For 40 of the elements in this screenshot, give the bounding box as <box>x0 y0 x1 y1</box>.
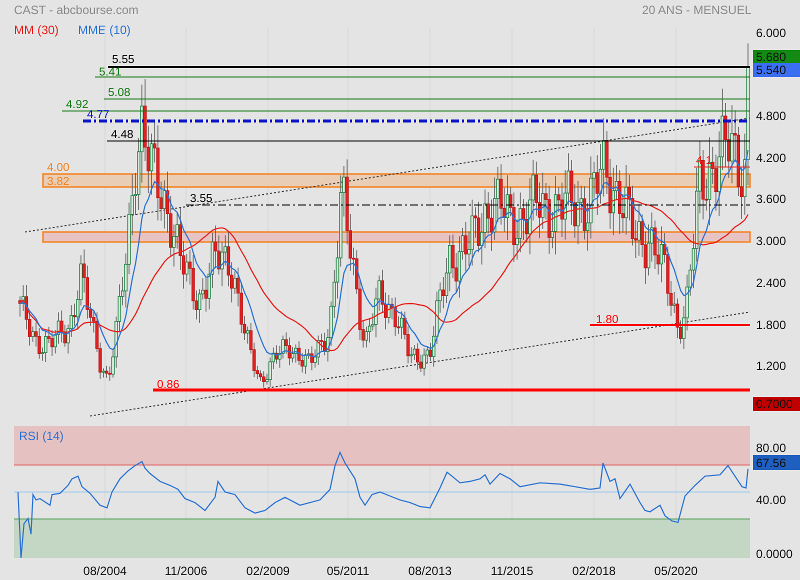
axis-label: 4.200 <box>756 151 786 165</box>
level-label: 4.00 <box>47 162 70 174</box>
axis-label: 6.000 <box>756 26 786 40</box>
level-label: 5.41 <box>99 66 122 78</box>
legend-label: MME (10) <box>78 23 131 37</box>
axis-label: 40.00 <box>756 493 786 507</box>
level-label: 1.80 <box>596 314 618 326</box>
axis-label: 1.200 <box>756 359 786 373</box>
level-label: 5.55 <box>112 54 134 66</box>
level-label: 0.86 <box>157 379 180 391</box>
level-line <box>694 166 750 168</box>
axis-label: 11/2006 <box>164 564 208 578</box>
level-label: 4.77 <box>87 109 110 121</box>
axis-label: 08/2004 <box>83 564 127 578</box>
axis-label: 4.800 <box>756 109 786 123</box>
level-label: 3.82 <box>47 176 70 188</box>
axis-label: 80.00 <box>756 441 786 455</box>
legend-label: MM (30) <box>14 23 59 37</box>
axis-label: 0.0000 <box>756 547 793 561</box>
chart-title: CAST - abcbourse.com <box>14 3 138 17</box>
price-badge: 5.680 <box>753 50 800 64</box>
axis-label: 11/2015 <box>490 564 534 578</box>
level-label: 5.08 <box>108 87 130 99</box>
axis-label: 05/2011 <box>326 564 370 578</box>
level-label: 4.92 <box>66 99 88 111</box>
level-label: 4.48 <box>111 129 134 141</box>
price-badge: 5.540 <box>753 63 800 77</box>
level-label: 3.55 <box>190 193 212 205</box>
rsi-badge: 67.56 <box>753 455 800 470</box>
axis-label: 02/2018 <box>572 564 616 578</box>
axis-label: 1.800 <box>756 318 786 332</box>
period-label: 20 ANS - MENSUEL <box>642 3 752 17</box>
axis-label: 3.600 <box>756 192 786 206</box>
price-badge: 0.7000 <box>753 397 800 411</box>
axis-label: 3.000 <box>756 234 786 248</box>
axis-label: 2.400 <box>756 276 786 290</box>
axis-label: 08/2013 <box>408 564 452 578</box>
axis-label: 05/2020 <box>654 564 698 578</box>
rsi-label: RSI (14) <box>19 429 64 443</box>
axis-label: 02/2009 <box>246 564 290 578</box>
